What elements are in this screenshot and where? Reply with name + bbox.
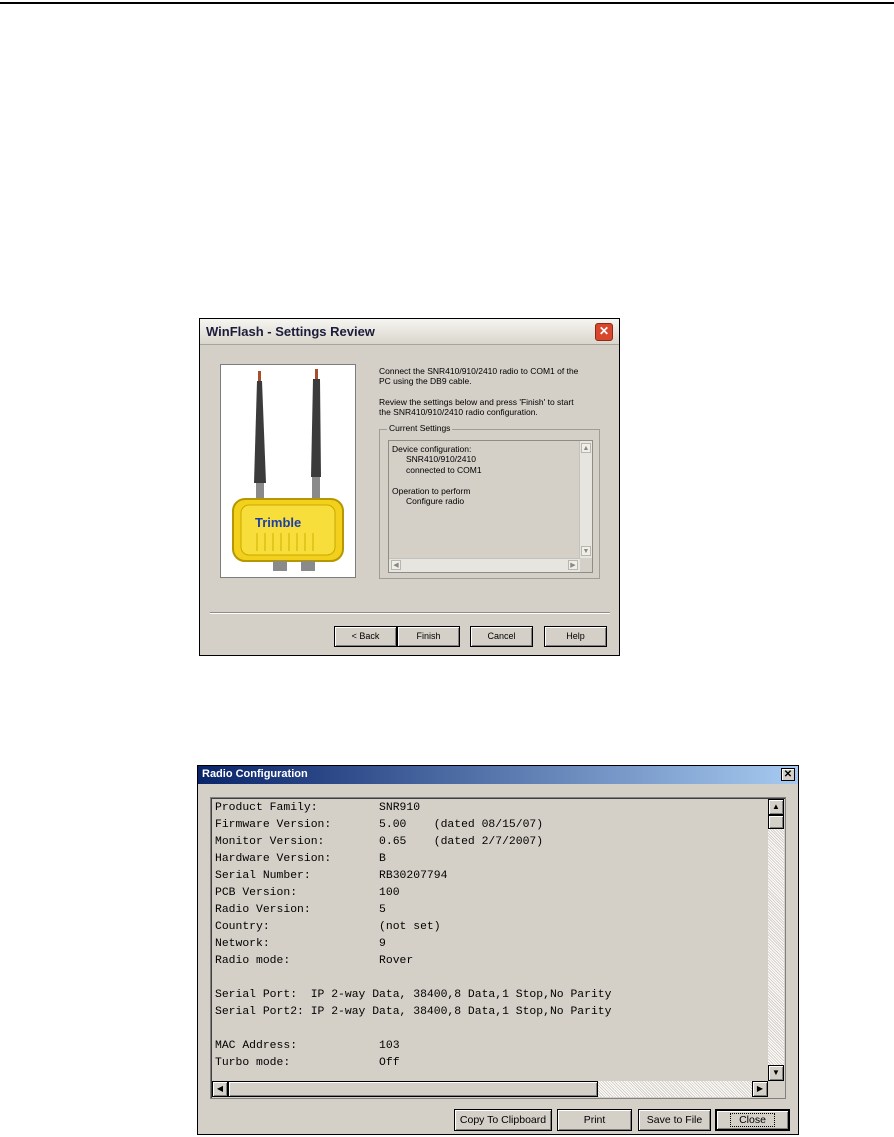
scroll-right-icon[interactable]: ▶ bbox=[752, 1081, 768, 1097]
scroll-down-icon[interactable]: ▼ bbox=[768, 1065, 784, 1081]
config-line: PCB Version: 100 bbox=[215, 887, 400, 899]
current-settings-group: Current Settings Device configuration: S… bbox=[379, 423, 600, 579]
config-line: Hardware Version: B bbox=[215, 853, 386, 865]
close-icon[interactable]: ✕ bbox=[595, 323, 613, 341]
close-button[interactable]: Close bbox=[715, 1109, 790, 1131]
radio-config-text-area[interactable]: Product Family: SNR910 Firmware Version:… bbox=[210, 797, 786, 1099]
current-settings-label: Current Settings bbox=[387, 423, 453, 433]
button-separator bbox=[210, 612, 610, 614]
config-line: Product Family: SNR910 bbox=[215, 802, 421, 814]
radio-device-image: Trimble bbox=[220, 364, 356, 578]
review-instructions-line-2: the SNR410/910/2410 radio configuration. bbox=[379, 407, 538, 417]
config-line: Network: 9 bbox=[215, 938, 386, 950]
scroll-up-icon[interactable]: ▲ bbox=[581, 443, 591, 453]
config-line: Radio mode: Rover bbox=[215, 955, 414, 967]
scroll-right-icon[interactable]: ▶ bbox=[568, 560, 578, 570]
settings-line: Configure radio bbox=[406, 496, 465, 506]
connect-instructions-line-1: Connect the SNR410/910/2410 radio to COM… bbox=[379, 366, 579, 376]
config-line: Turbo mode: Off bbox=[215, 1057, 400, 1069]
config-line: Serial Port2: IP 2-way Data, 38400,8 Dat… bbox=[215, 1006, 612, 1018]
settings-line: Operation to perform bbox=[392, 486, 471, 496]
winflash-title-bar: WinFlash - Settings Review ✕ bbox=[200, 319, 619, 345]
settings-vertical-scrollbar[interactable]: ▲ ▼ bbox=[579, 441, 592, 558]
connect-instructions: Connect the SNR410/910/2410 radio to COM… bbox=[379, 366, 578, 386]
copy-to-clipboard-button[interactable]: Copy To Clipboard bbox=[454, 1109, 552, 1131]
close-icon[interactable]: ✕ bbox=[781, 768, 795, 781]
settings-line: connected to COM1 bbox=[406, 465, 482, 475]
config-line: Serial Number: RB30207794 bbox=[215, 870, 448, 882]
config-horizontal-scrollbar[interactable]: ◀ ▶ bbox=[212, 1081, 768, 1097]
vertical-scroll-thumb[interactable] bbox=[768, 815, 784, 829]
config-vertical-scrollbar[interactable]: ▲ ▼ bbox=[768, 799, 784, 1081]
connect-instructions-line-2: PC using the DB9 cable. bbox=[379, 376, 472, 386]
scroll-down-icon[interactable]: ▼ bbox=[581, 546, 591, 556]
radio-illustration: Trimble bbox=[232, 369, 344, 571]
save-to-file-button[interactable]: Save to File bbox=[638, 1109, 711, 1131]
config-line: Firmware Version: 5.00 (dated 08/15/07) bbox=[215, 819, 544, 831]
scroll-left-icon[interactable]: ◀ bbox=[212, 1081, 228, 1097]
config-line: MAC Address: 103 bbox=[215, 1040, 400, 1052]
settings-horizontal-scrollbar[interactable]: ◀ ▶ bbox=[389, 558, 580, 572]
radio-config-title: Radio Configuration bbox=[202, 768, 308, 780]
review-instructions: Review the settings below and press 'Fin… bbox=[379, 397, 574, 417]
scrollbar-corner bbox=[768, 1081, 784, 1097]
close-button-label: Close bbox=[730, 1113, 775, 1127]
radio-configuration-dialog: Radio Configuration ✕ Product Family: SN… bbox=[197, 765, 799, 1135]
cancel-button[interactable]: Cancel bbox=[470, 626, 533, 647]
page-top-rule bbox=[0, 2, 894, 4]
scroll-up-icon[interactable]: ▲ bbox=[768, 799, 784, 815]
finish-button[interactable]: Finish bbox=[397, 626, 460, 647]
scroll-left-icon[interactable]: ◀ bbox=[391, 560, 401, 570]
help-button[interactable]: Help bbox=[544, 626, 607, 647]
radio-config-title-bar: Radio Configuration ✕ bbox=[198, 766, 798, 784]
current-settings-list[interactable]: Device configuration: SNR410/910/2410 co… bbox=[388, 440, 593, 573]
config-line: Serial Port: IP 2-way Data, 38400,8 Data… bbox=[215, 989, 612, 1001]
winflash-settings-review-dialog: WinFlash - Settings Review ✕ Trimble Con… bbox=[199, 318, 620, 656]
horizontal-scroll-thumb[interactable] bbox=[228, 1081, 598, 1097]
trimble-logo: Trimble bbox=[255, 515, 301, 530]
winflash-title: WinFlash - Settings Review bbox=[206, 324, 375, 339]
scrollbar-corner bbox=[580, 559, 592, 572]
settings-line: SNR410/910/2410 bbox=[406, 454, 476, 464]
config-line: Monitor Version: 0.65 (dated 2/7/2007) bbox=[215, 836, 544, 848]
print-button[interactable]: Print bbox=[557, 1109, 632, 1131]
config-line: Country: (not set) bbox=[215, 921, 441, 933]
back-button[interactable]: < Back bbox=[334, 626, 397, 647]
settings-line: Device configuration: bbox=[392, 444, 472, 454]
review-instructions-line-1: Review the settings below and press 'Fin… bbox=[379, 397, 574, 407]
config-line: Radio Version: 5 bbox=[215, 904, 386, 916]
